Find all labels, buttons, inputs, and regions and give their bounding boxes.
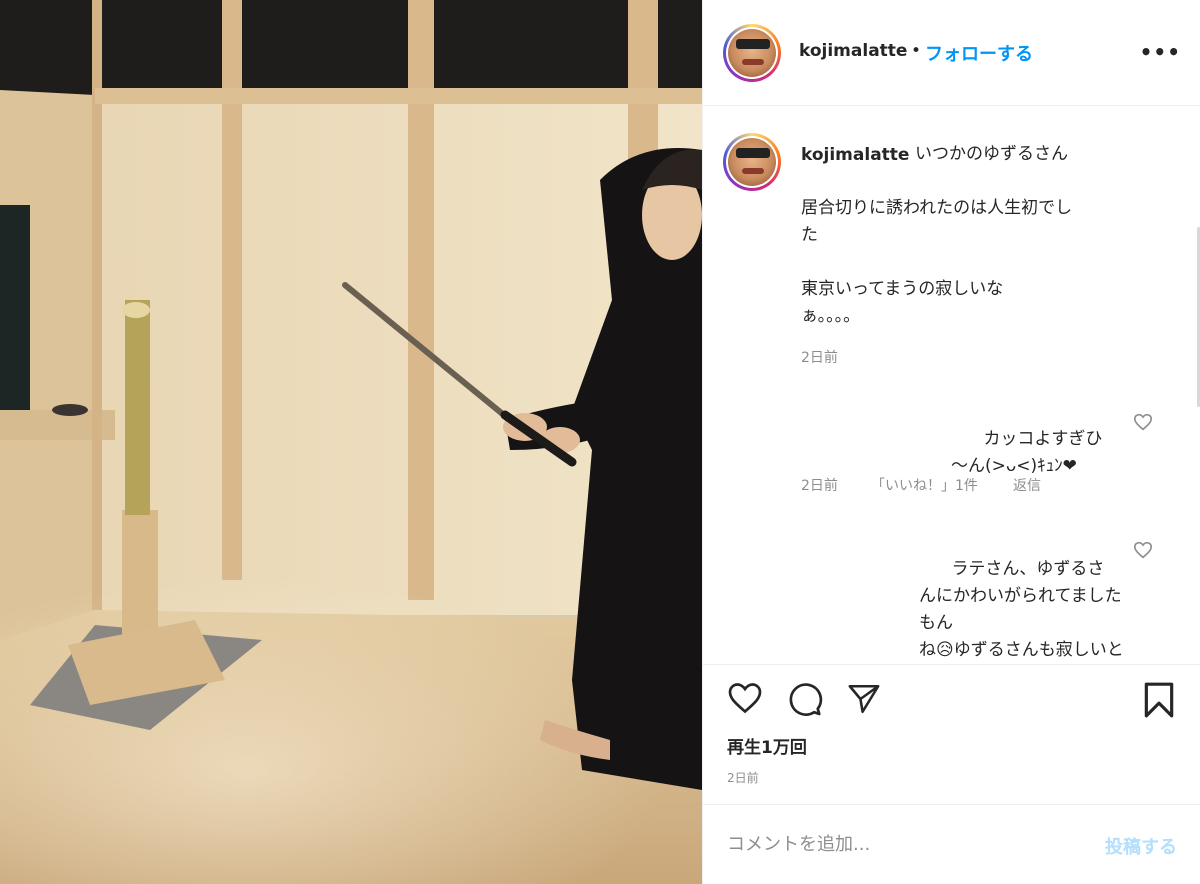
paper-plane-icon[interactable] bbox=[847, 682, 881, 716]
avatar-image bbox=[728, 138, 776, 186]
avatar[interactable] bbox=[723, 24, 781, 82]
follow-button[interactable]: フォローする bbox=[925, 40, 1033, 66]
comment-1-likes[interactable]: 「いいね！」1件 bbox=[871, 475, 978, 495]
post-sidebar: kojimalatte • フォローする ••• kojimalatte いつか… bbox=[702, 0, 1200, 884]
post-video[interactable] bbox=[0, 0, 702, 884]
caption-time[interactable]: 2日前 bbox=[801, 347, 838, 367]
caption-body: 居合切りに誘われたのは人生初でし た 東京いってまうの寂しいな ぁ。。。。 bbox=[801, 198, 1073, 326]
video-frame bbox=[0, 0, 702, 884]
post-header: kojimalatte • フォローする ••• bbox=[703, 0, 1200, 106]
comment-2-text: ラテさん、ゆずるさ んにかわいがられてましたもん ね😥ゆずるさんも寂しいと思い … bbox=[919, 559, 1124, 660]
bookmark-icon[interactable] bbox=[1143, 681, 1175, 719]
more-options-icon[interactable]: ••• bbox=[1140, 40, 1181, 64]
post-actions: 再生1万回 2日前 bbox=[703, 664, 1200, 804]
separator-dot: • bbox=[911, 41, 922, 61]
comment-input[interactable] bbox=[727, 829, 1057, 859]
add-comment-bar: 投稿する bbox=[703, 804, 1200, 884]
post-comment-button[interactable]: 投稿する bbox=[1105, 833, 1177, 859]
caption-username[interactable]: kojimalatte bbox=[801, 145, 909, 165]
caption-first-line: いつかのゆずるさん bbox=[915, 144, 1068, 164]
comment-1-time[interactable]: 2日前 bbox=[801, 475, 838, 495]
heart-icon[interactable] bbox=[727, 681, 763, 715]
avatar-image bbox=[728, 29, 776, 77]
view-count: 再生1万回 bbox=[727, 738, 807, 758]
posted-time[interactable]: 2日前 bbox=[727, 769, 759, 786]
header-username[interactable]: kojimalatte bbox=[799, 41, 907, 61]
comments-list[interactable]: kojimalatte いつかのゆずるさん 居合切りに誘われたのは人生初でし た… bbox=[703, 107, 1200, 663]
comment-1-like-icon[interactable] bbox=[1133, 413, 1153, 431]
comment-icon[interactable] bbox=[787, 681, 823, 717]
comment-1-reply[interactable]: 返信 bbox=[1013, 475, 1041, 495]
comment-2-like-icon[interactable] bbox=[1133, 541, 1153, 559]
caption-avatar[interactable] bbox=[723, 133, 781, 191]
